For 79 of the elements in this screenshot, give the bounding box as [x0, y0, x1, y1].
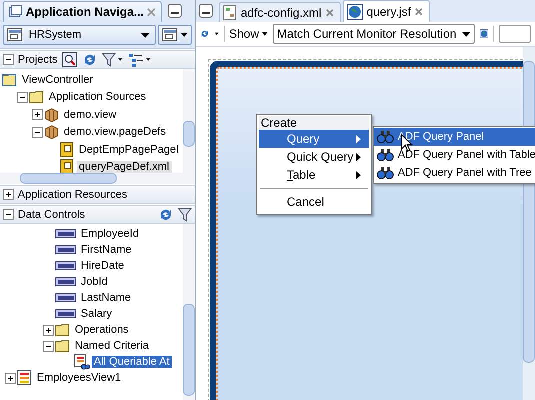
scroll-thumb[interactable]	[183, 304, 195, 396]
show-menu-button[interactable]: Show	[229, 27, 268, 41]
menu-item[interactable]: Quick Query	[259, 148, 369, 166]
globe-icon	[346, 4, 363, 20]
expand-toggle[interactable]	[43, 324, 54, 336]
minimize-button[interactable]	[168, 4, 182, 18]
expand-toggle[interactable]	[5, 372, 16, 384]
tree-item[interactable]: EmployeeId	[79, 228, 142, 240]
expand-toggle[interactable]	[3, 189, 14, 200]
application-dropdown[interactable]: HRSystem	[3, 25, 156, 45]
section-title: Application Resources	[18, 188, 128, 200]
scroll-thumb[interactable]	[183, 121, 195, 147]
close-icon[interactable]	[326, 8, 334, 16]
close-icon[interactable]	[147, 8, 156, 16]
menu-item[interactable]: ADF Query Panel with Tree	[374, 164, 535, 182]
tree-item[interactable]: JobId	[79, 276, 110, 288]
scroll-thumb[interactable]	[20, 173, 117, 184]
caret-icon	[262, 32, 268, 36]
project-icon	[2, 72, 18, 88]
expand-toggle[interactable]	[32, 109, 43, 120]
tree-item[interactable]: Operations	[73, 324, 131, 336]
editor-tab[interactable]: query.jsf	[342, 0, 430, 22]
caret-icon	[181, 33, 188, 37]
tree-item[interactable]: FirstName	[79, 244, 134, 256]
panel-title: Application Naviga...	[26, 5, 144, 19]
close-icon[interactable]	[415, 8, 424, 16]
tree-item[interactable]: demo.view	[62, 108, 119, 121]
menu-item[interactable]: Table	[259, 166, 369, 184]
dropdown-arrow-icon[interactable]	[214, 32, 219, 36]
tree-item[interactable]: HireDate	[79, 260, 126, 272]
editor-tab[interactable]: adfc-config.xml	[219, 2, 341, 22]
menu-item[interactable]: Cancel	[259, 193, 369, 211]
page-definition-icon	[59, 142, 75, 158]
application-icon	[7, 28, 23, 42]
expand-toggle[interactable]	[32, 126, 43, 138]
input-field[interactable]	[499, 25, 531, 43]
folder-icon	[29, 89, 45, 106]
tree-item[interactable]: Application Sources	[47, 91, 148, 104]
resolution-dropdown[interactable]: Match Current Monitor Resolution	[273, 24, 475, 44]
minus-icon	[171, 11, 180, 15]
folder-icon	[55, 322, 71, 338]
caret-icon	[141, 32, 150, 38]
tree-item[interactable]: All Queriable At	[92, 356, 172, 368]
tree-item[interactable]: demo.view.pageDefs	[62, 126, 168, 138]
filter-icon[interactable]	[102, 52, 124, 68]
binoculars-icon	[377, 166, 394, 180]
tree-item[interactable]: ViewController	[20, 74, 96, 86]
collapse-toggle[interactable]	[3, 209, 14, 220]
expand-toggle[interactable]	[17, 92, 28, 103]
minus-icon	[202, 11, 210, 15]
navigator-tab[interactable]: Application Naviga...	[3, 1, 162, 22]
caret-icon	[462, 32, 471, 36]
tree-item[interactable]: DeptEmpPagePageI	[77, 144, 182, 156]
package-icon	[44, 124, 60, 140]
application-menu-button[interactable]	[158, 25, 192, 45]
tree-item[interactable]: Salary	[79, 308, 114, 320]
application-icon	[162, 28, 178, 42]
folder-icon	[55, 338, 71, 354]
tree-options-icon[interactable]	[128, 52, 152, 68]
view-object-icon	[17, 370, 33, 386]
section-title: Data Controls	[18, 208, 86, 220]
tree-item[interactable]: queryPageDef.xml	[77, 161, 172, 173]
tree-item[interactable]: EmployeesView1	[35, 372, 124, 384]
search-icon[interactable]	[62, 52, 78, 68]
menu-header: Create	[259, 116, 369, 130]
binoculars-icon	[377, 148, 394, 162]
expand-toggle[interactable]	[43, 340, 54, 352]
package-icon	[44, 106, 60, 123]
menu-item[interactable]: Query	[259, 130, 369, 148]
window-icon	[9, 5, 23, 19]
tree-item[interactable]: LastName	[79, 292, 134, 304]
tree-item[interactable]: Named Criteria	[73, 340, 151, 352]
page-definition-icon	[59, 159, 75, 173]
collapse-toggle[interactable]	[3, 54, 14, 65]
minimize-button[interactable]	[199, 4, 213, 18]
criteria-icon	[74, 354, 90, 370]
binoculars-icon	[377, 130, 394, 144]
section-title: Projects	[18, 54, 58, 66]
filter-icon[interactable]	[178, 206, 192, 222]
